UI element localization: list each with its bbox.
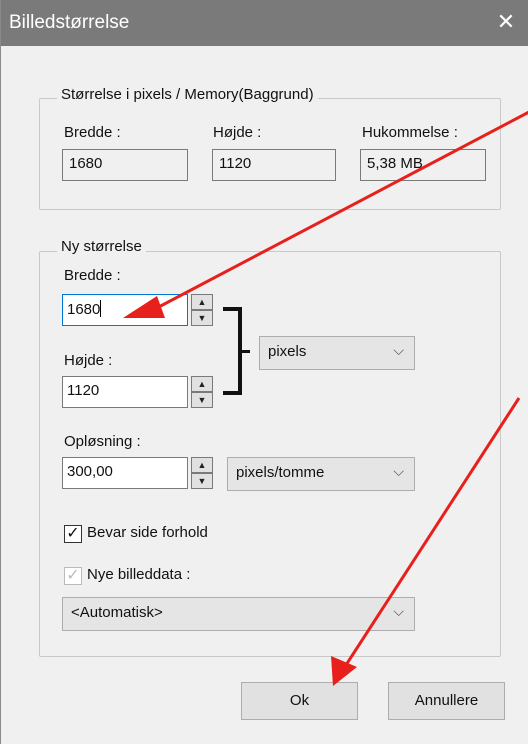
annotation-arrow-width-icon bbox=[123, 110, 528, 318]
image-size-dialog: Billedstørrelse ✕ Størrelse i pixels / M… bbox=[0, 0, 528, 744]
annotation-arrow-ok-icon bbox=[331, 397, 521, 686]
annotation-arrows bbox=[123, 110, 528, 686]
